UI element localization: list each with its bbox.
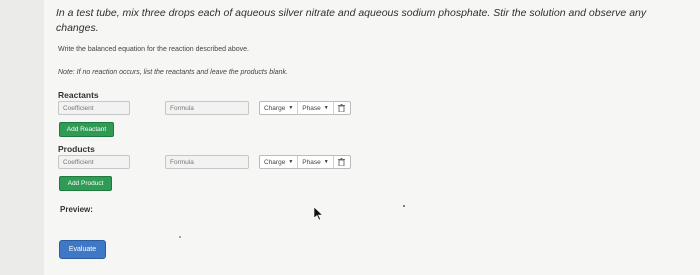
product-charge-select[interactable]: Charge ▼ (260, 156, 299, 168)
instruction-text: Write the balanced equation for the reac… (58, 46, 249, 53)
evaluate-button[interactable]: Evaluate (59, 240, 106, 259)
phase-select-label: Phase (302, 104, 321, 112)
reactant-selectors: Charge ▼ Phase ▼ (259, 101, 351, 115)
chevron-down-icon: ▼ (323, 105, 329, 111)
charge-select-label: Charge (264, 158, 286, 166)
decorative-dot (179, 236, 181, 238)
reactant-phase-select[interactable]: Phase ▼ (298, 102, 334, 114)
decorative-dot (403, 205, 405, 207)
preview-label: Preview: (60, 205, 93, 214)
chevron-down-icon: ▼ (323, 159, 329, 165)
reactant-formula-input[interactable]: Formula (165, 101, 249, 115)
product-coefficient-input[interactable]: Coefficient (58, 155, 130, 169)
reactant-charge-select[interactable]: Charge ▼ (260, 102, 299, 114)
product-selectors: Charge ▼ Phase ▼ (259, 155, 351, 169)
question-panel (44, 0, 700, 275)
note-text: Note: If no reaction occurs, list the re… (58, 69, 288, 76)
charge-select-label: Charge (264, 104, 286, 112)
question-text: In a test tube, mix three drops each of … (56, 7, 647, 34)
add-reactant-button[interactable]: Add Reactant (59, 122, 114, 137)
trash-icon[interactable] (334, 102, 350, 114)
product-formula-input[interactable]: Formula (165, 155, 249, 169)
chevron-down-icon: ▼ (288, 105, 294, 111)
product-phase-select[interactable]: Phase ▼ (298, 156, 334, 168)
trash-icon[interactable] (334, 156, 350, 168)
phase-select-label: Phase (302, 158, 321, 166)
products-label: Products (58, 144, 95, 154)
reactants-label: Reactants (58, 90, 99, 100)
chevron-down-icon: ▼ (288, 159, 294, 165)
add-product-button[interactable]: Add Product (59, 176, 112, 191)
reactant-coefficient-input[interactable]: Coefficient (58, 101, 130, 115)
mouse-cursor-icon (313, 206, 324, 226)
